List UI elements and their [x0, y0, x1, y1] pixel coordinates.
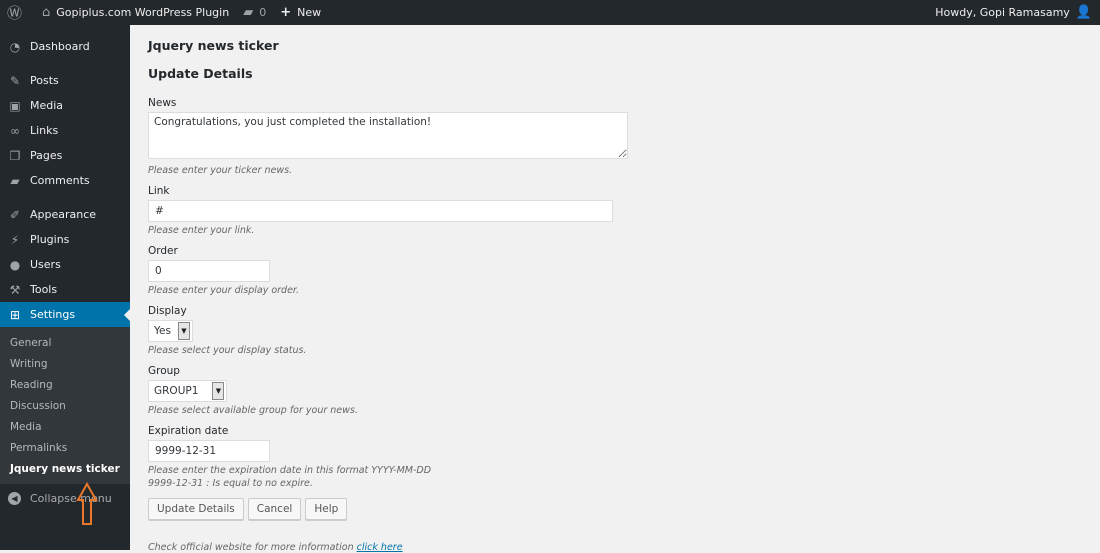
- wordpress-logo-icon: Ⓦ: [7, 4, 23, 22]
- menu-label: Users: [30, 258, 61, 271]
- main-content: Jquery news ticker Update Details News C…: [148, 25, 1088, 553]
- submenu-permalinks[interactable]: Permalinks: [0, 437, 130, 458]
- submenu-jquery-news-ticker[interactable]: Jquery news ticker: [0, 458, 130, 479]
- submenu-writing[interactable]: Writing: [0, 353, 130, 374]
- comment-icon: ▰: [10, 173, 20, 188]
- home-icon: ⌂: [42, 5, 51, 20]
- display-select[interactable]: Yes ▼: [148, 320, 193, 342]
- news-label: News: [148, 97, 177, 109]
- menu-label: Dashboard: [30, 40, 90, 53]
- order-label: Order: [148, 245, 178, 257]
- help-button[interactable]: Help: [305, 498, 348, 520]
- menu-label: Links: [30, 124, 59, 137]
- group-select[interactable]: GROUP1 ▼: [148, 380, 228, 402]
- group-help: Please select available group for your n…: [148, 405, 358, 416]
- annotation-arrow-icon: [76, 482, 98, 525]
- wp-logo-menu[interactable]: Ⓦ: [0, 0, 35, 25]
- new-content-menu[interactable]: + New: [273, 0, 328, 25]
- display-value: Yes: [154, 325, 171, 337]
- comments-count: 0: [259, 6, 267, 19]
- page-title: Jquery news ticker: [148, 38, 279, 53]
- link-label: Link: [148, 185, 170, 197]
- section-title: Update Details: [148, 66, 253, 81]
- collapse-arrow-icon: ◀: [8, 491, 21, 505]
- settings-submenu: General Writing Reading Discussion Media…: [0, 327, 130, 484]
- sidebar-item-plugins[interactable]: ⚡ Plugins: [0, 227, 130, 252]
- sidebar-item-posts[interactable]: ✎ Posts: [0, 68, 130, 93]
- submenu-discussion[interactable]: Discussion: [0, 395, 130, 416]
- link-icon: ∞: [10, 123, 20, 138]
- menu-label: Media: [30, 99, 64, 112]
- site-name-link[interactable]: ⌂ Gopiplus.com WordPress Plugin: [35, 0, 236, 25]
- admin-sidebar: ◔ Dashboard ✎ Posts ▣ Media ∞ Links ❐ Pages ▰…: [0, 25, 130, 550]
- group-value: GROUP1: [154, 385, 199, 397]
- submenu-media[interactable]: Media: [0, 416, 130, 437]
- form-actions: Update Details Cancel Help: [148, 498, 1088, 520]
- expiration-help: Please enter the expiration date in this…: [148, 465, 432, 476]
- menu-label: Plugins: [30, 233, 70, 246]
- news-textarea[interactable]: Congratulations, you just completed the …: [148, 112, 628, 159]
- sidebar-item-comments[interactable]: ▰ Comments: [0, 168, 130, 193]
- expiration-note: 9999-12-31 : Is equal to no expire.: [148, 478, 313, 489]
- chevron-down-icon: ▼: [212, 382, 225, 400]
- order-help: Please enter your display order.: [148, 285, 299, 296]
- cancel-button[interactable]: Cancel: [247, 498, 302, 520]
- sidebar-item-appearance[interactable]: ✐ Appearance: [0, 202, 130, 227]
- sidebar-item-pages[interactable]: ❐ Pages: [0, 143, 130, 168]
- click-here-link[interactable]: click here: [357, 542, 403, 553]
- comments-link[interactable]: ▰ 0: [236, 0, 273, 25]
- wrench-icon: ⚒: [9, 282, 21, 297]
- user-avatar-icon: 👤: [1075, 5, 1092, 20]
- sidebar-item-settings[interactable]: ⊞ Settings: [0, 302, 130, 327]
- site-name: Gopiplus.com WordPress Plugin: [56, 6, 230, 19]
- collapse-label: Collapse menu: [30, 491, 112, 505]
- sidebar-item-dashboard[interactable]: ◔ Dashboard: [0, 34, 130, 59]
- display-label: Display: [148, 305, 187, 317]
- dashboard-icon: ◔: [9, 39, 21, 54]
- order-input[interactable]: [148, 260, 270, 282]
- menu-label: Appearance: [30, 208, 97, 221]
- sidebar-item-users[interactable]: ● Users: [0, 252, 130, 277]
- submenu-general[interactable]: General: [0, 332, 130, 353]
- link-help: Please enter your link.: [148, 225, 255, 236]
- link-input[interactable]: [148, 200, 613, 222]
- plugin-icon: ⚡: [10, 232, 20, 247]
- group-label: Group: [148, 365, 180, 377]
- sidebar-item-media[interactable]: ▣ Media: [0, 93, 130, 118]
- submenu-reading[interactable]: Reading: [0, 374, 130, 395]
- brush-icon: ✐: [9, 207, 21, 222]
- expiration-label: Expiration date: [148, 425, 229, 437]
- menu-label: Pages: [30, 149, 63, 162]
- collapse-menu-button[interactable]: ◀ Collapse menu: [0, 484, 130, 512]
- menu-label: Settings: [30, 308, 76, 321]
- display-help: Please select your display status.: [148, 345, 307, 356]
- update-details-button[interactable]: Update Details: [148, 498, 244, 520]
- pin-icon: ✎: [9, 73, 21, 88]
- sidebar-item-tools[interactable]: ⚒ Tools: [0, 277, 130, 302]
- menu-label: Tools: [30, 283, 58, 296]
- footer-text: Check official website for more informat…: [148, 542, 354, 553]
- comment-icon: ▰: [243, 5, 254, 20]
- media-icon: ▣: [9, 98, 21, 113]
- plus-icon: +: [280, 5, 292, 20]
- menu-label: Posts: [30, 74, 59, 87]
- pages-icon: ❐: [9, 148, 21, 163]
- chevron-down-icon: ▼: [177, 322, 190, 340]
- user-icon: ●: [9, 257, 21, 272]
- menu-label: Comments: [30, 174, 90, 187]
- expiration-date-input[interactable]: [148, 440, 270, 462]
- settings-icon: ⊞: [9, 307, 21, 322]
- new-label: New: [297, 6, 322, 19]
- footer-note: Check official website for more informat…: [148, 542, 1088, 553]
- user-greeting: Howdy, Gopi Ramasamy: [935, 6, 1070, 19]
- admin-bar: Ⓦ ⌂ Gopiplus.com WordPress Plugin ▰ 0 + New…: [0, 0, 1100, 25]
- my-account-menu[interactable]: Howdy, Gopi Ramasamy 👤: [928, 0, 1100, 25]
- sidebar-item-links[interactable]: ∞ Links: [0, 118, 130, 143]
- news-help: Please enter your ticker news.: [148, 165, 293, 176]
